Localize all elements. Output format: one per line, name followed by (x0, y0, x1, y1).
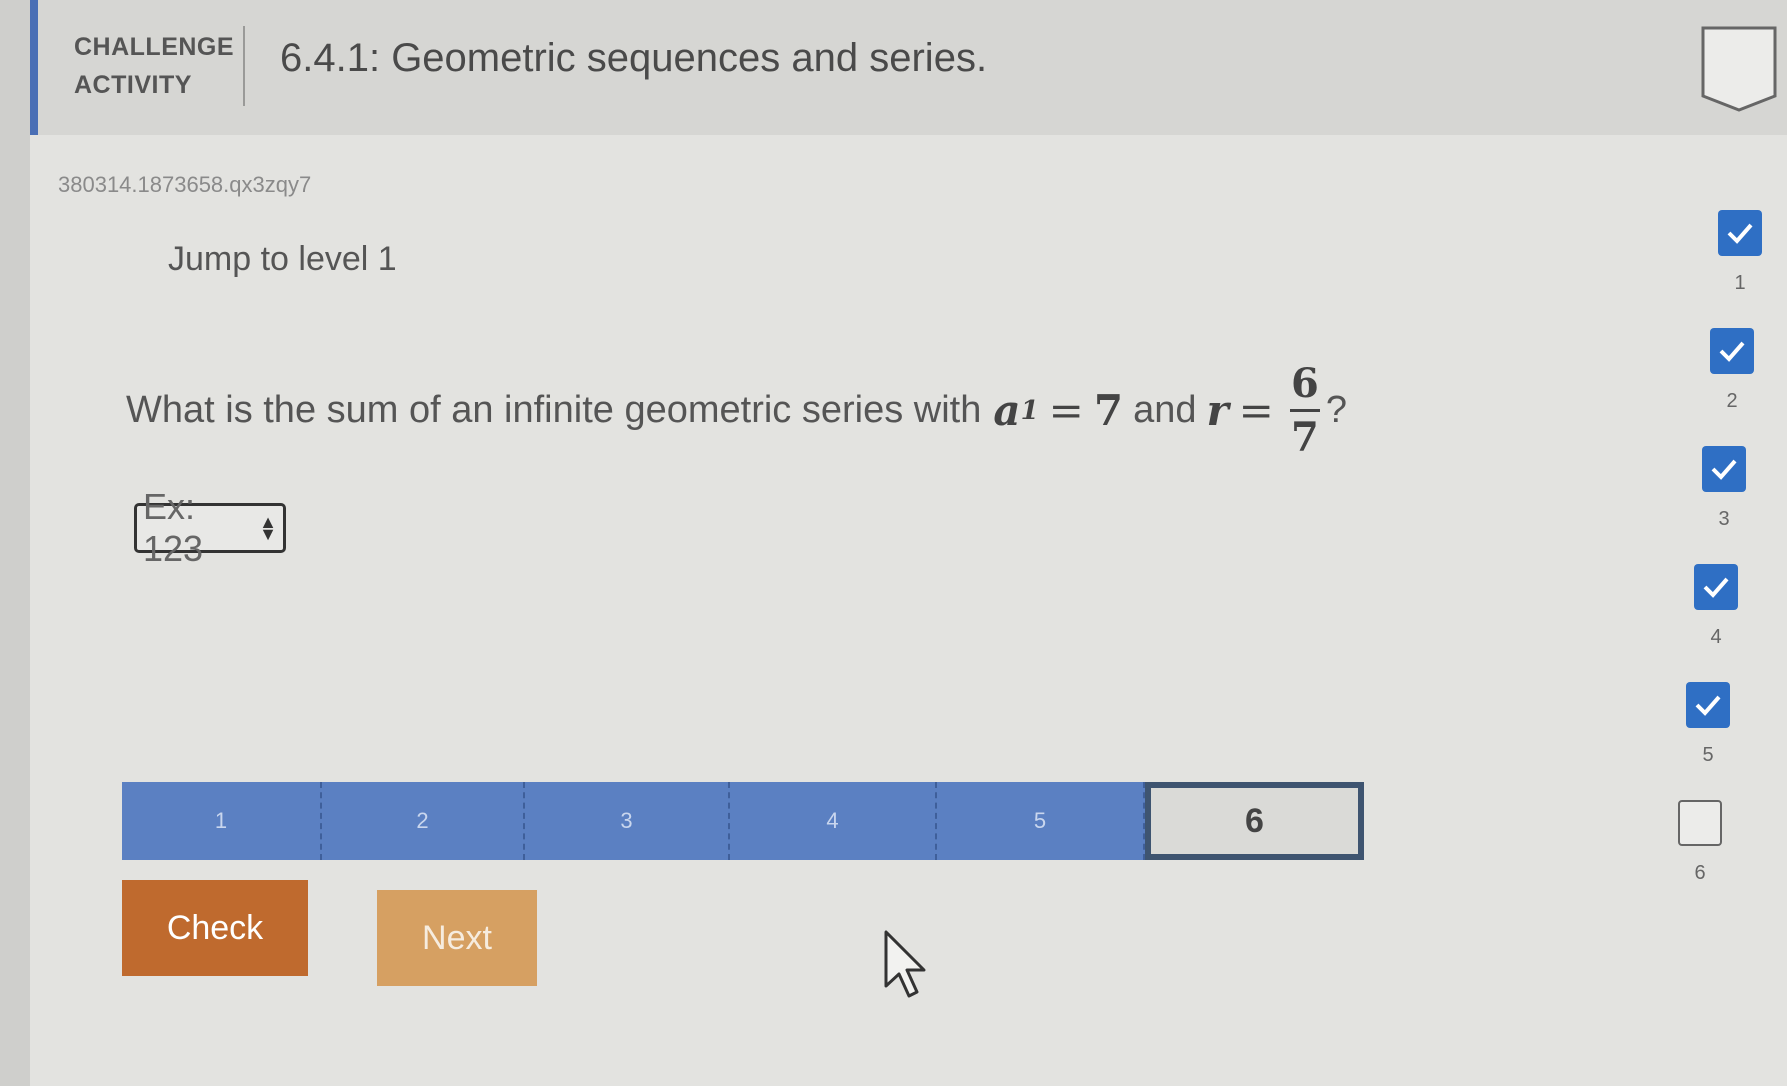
mouse-pointer-icon (884, 930, 926, 998)
question-suffix: ? (1325, 389, 1347, 431)
level-progress-bar: 1 2 3 4 5 6 (122, 782, 1364, 860)
level-done-check-icon (1694, 564, 1738, 610)
level-segment-6[interactable]: 6 (1145, 782, 1364, 860)
number-spinner-icon[interactable]: ▲ ▼ (259, 513, 277, 543)
fraction-bar (1289, 409, 1320, 412)
fraction-numerator: 6 (1290, 360, 1319, 407)
jump-to-level-link[interactable]: Jump to level 1 (168, 240, 397, 279)
level-status-label: 1 (1734, 272, 1746, 294)
question-prefix: What is the sum of an infinite geometric… (126, 389, 982, 431)
activity-page: CHALLENGE ACTIVITY 6.4.1: Geometric sequ… (30, 0, 1787, 1086)
math-a-value: 7 (1093, 386, 1124, 435)
level-status-5[interactable]: 5 (1678, 682, 1738, 767)
activity-id: 380314.1873658.qx3zqy7 (58, 172, 312, 197)
math-a-var: a (993, 386, 1021, 435)
activity-header: CHALLENGE ACTIVITY 6.4.1: Geometric sequ… (30, 0, 1787, 135)
level-status-6[interactable]: 6 (1670, 800, 1730, 885)
challenge-activity-label: CHALLENGE ACTIVITY (74, 28, 234, 104)
level-status-label: 6 (1694, 862, 1706, 884)
check-button[interactable]: Check (122, 880, 308, 976)
level-done-check-icon (1702, 446, 1746, 492)
level-done-check-icon (1686, 682, 1730, 728)
level-segment-4[interactable]: 4 (730, 782, 937, 860)
header-divider (243, 26, 245, 106)
fraction-denominator: 7 (1290, 414, 1319, 461)
level-status-column: 1 2 3 4 5 6 (1670, 210, 1787, 910)
question-text: What is the sum of an infinite geometric… (126, 360, 1347, 461)
level-status-label: 4 (1710, 626, 1722, 648)
completion-badge-icon (1701, 26, 1777, 112)
level-segment-1[interactable]: 1 (122, 782, 322, 860)
level-status-label: 3 (1718, 508, 1730, 530)
math-a-subscript: 1 (1020, 395, 1039, 426)
next-button[interactable]: Next (377, 890, 537, 986)
level-done-check-icon (1718, 210, 1762, 256)
level-segment-3[interactable]: 3 (525, 782, 730, 860)
math-equals: = (1048, 386, 1084, 435)
level-status-2[interactable]: 2 (1702, 328, 1762, 413)
activity-title: 6.4.1: Geometric sequences and series. (280, 36, 988, 80)
level-status-4[interactable]: 4 (1686, 564, 1746, 649)
level-status-label: 2 (1726, 390, 1738, 412)
level-status-1[interactable]: 1 (1710, 210, 1770, 295)
answer-input[interactable]: Ex: 123 ▲ ▼ (134, 486, 286, 569)
math-equals-2: = (1238, 386, 1274, 435)
level-segment-2[interactable]: 2 (322, 782, 525, 860)
answer-placeholder: Ex: 123 (143, 486, 204, 569)
level-segment-5[interactable]: 5 (937, 782, 1145, 860)
level-pending-box-icon (1678, 800, 1722, 846)
math-r-var: r (1206, 386, 1229, 435)
level-status-label: 5 (1702, 744, 1714, 766)
challenge-label-line2: ACTIVITY (74, 71, 192, 99)
level-done-check-icon (1710, 328, 1754, 374)
math-fraction: 6 7 (1289, 360, 1320, 461)
level-status-3[interactable]: 3 (1694, 446, 1754, 531)
challenge-label-line1: CHALLENGE (74, 33, 235, 61)
question-and: and (1133, 389, 1197, 431)
